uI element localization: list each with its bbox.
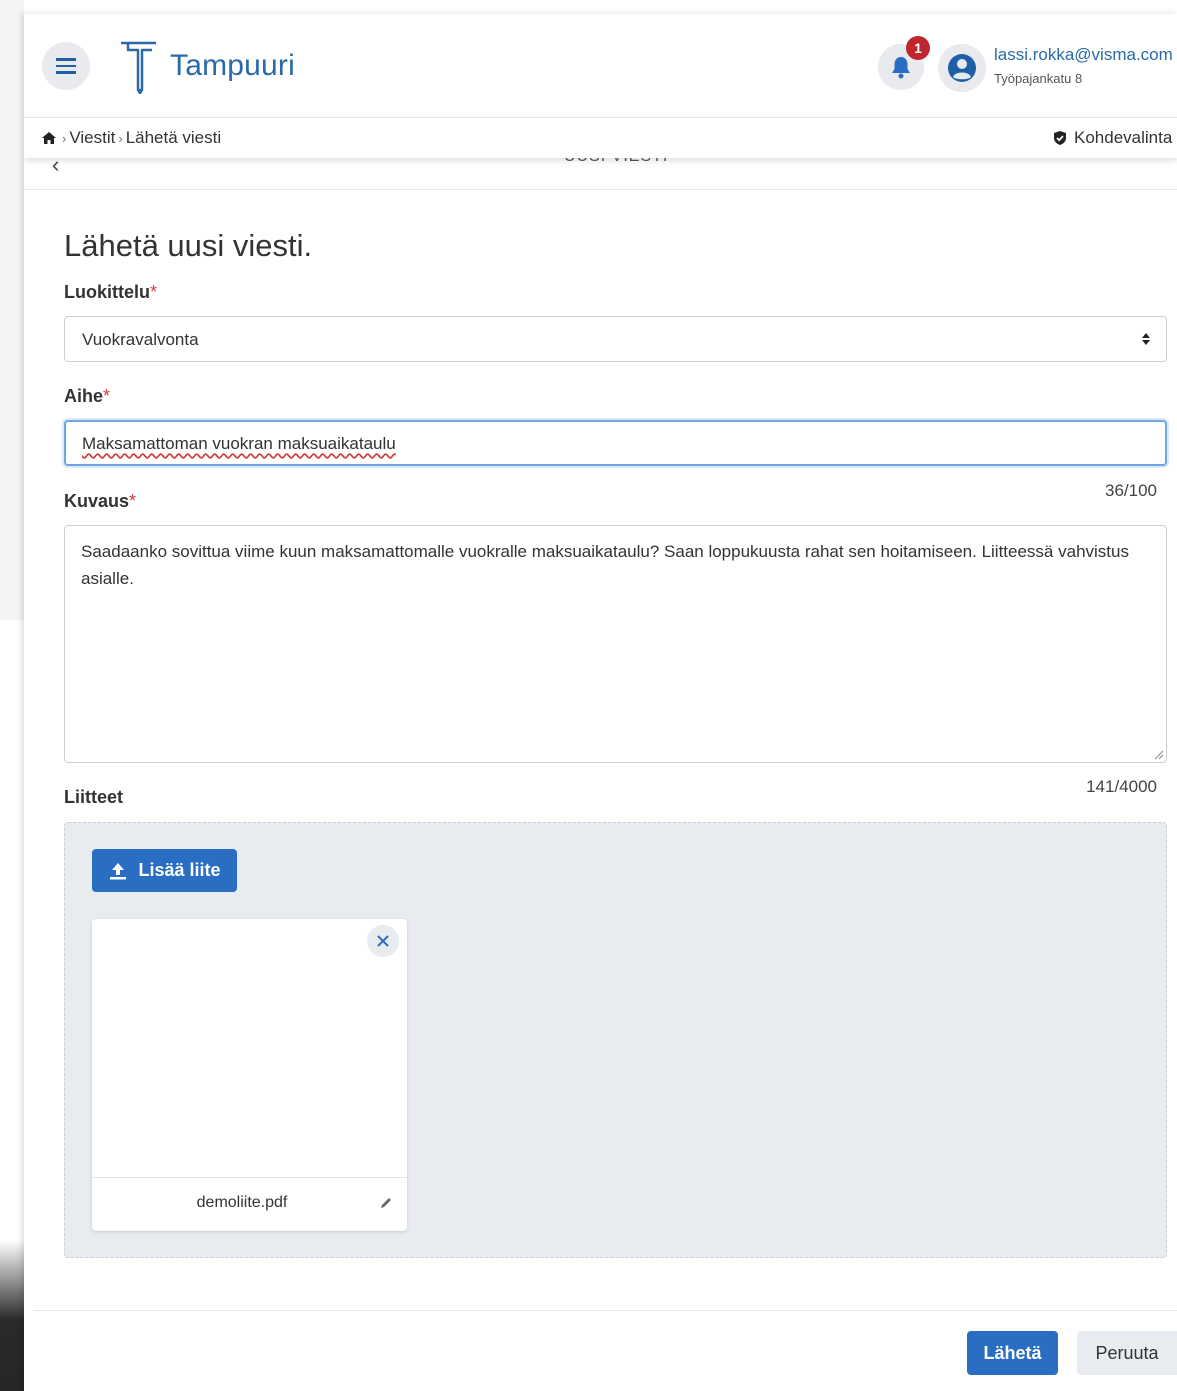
required-mark: * <box>129 491 137 511</box>
user-menu-button[interactable] <box>938 44 986 92</box>
upload-icon <box>110 862 127 879</box>
app-name: Tampuuri <box>170 49 295 82</box>
background-edge-dark <box>0 620 24 1391</box>
breadcrumb-item-viestit[interactable]: Viestit <box>69 128 115 148</box>
category-select-value: Vuokravalvonta <box>82 330 199 349</box>
attachment-filename: demoliite.pdf <box>196 1194 288 1211</box>
user-icon <box>948 54 976 82</box>
target-selection-button[interactable]: Kohdevalinta <box>1052 128 1172 148</box>
shield-check-icon <box>1054 131 1066 145</box>
description-label: Kuvaus* <box>64 491 136 512</box>
subject-input-value: Maksamattoman vuokran maksuaikataulu <box>82 434 396 453</box>
breadcrumb: › Viestit › Lähetä viesti <box>41 128 221 148</box>
sort-arrows-icon <box>1142 333 1150 345</box>
description-textarea[interactable]: Saadaanko sovittua viime kuun maksamatto… <box>64 525 1167 763</box>
subject-counter: 36/100 <box>1105 481 1157 500</box>
description-label-text: Kuvaus <box>64 491 130 511</box>
add-attachment-button[interactable]: Lisää liite <box>92 849 237 892</box>
send-button[interactable]: Lähetä <box>967 1331 1058 1375</box>
remove-attachment-button[interactable] <box>367 925 399 957</box>
user-email[interactable]: lassi.rokka@visma.com <box>994 45 1173 65</box>
pencil-icon[interactable] <box>379 1196 393 1210</box>
attachment-dropzone[interactable]: Lisää liite demoliite.pdf <box>64 822 1167 1258</box>
footer-divider <box>34 1310 1177 1311</box>
breadcrumb-item-laheta-viesti: Lähetä viesti <box>125 128 222 147</box>
breadcrumb-separator: › <box>118 130 123 146</box>
top-bar: Tampuuri 1 lassi.rokka@visma.com Työpaja… <box>24 14 1177 118</box>
notification-badge: 1 <box>906 36 930 60</box>
app-logo[interactable]: Tampuuri <box>118 38 295 94</box>
menu-icon <box>56 56 76 76</box>
description-textarea-value: Saadaanko sovittua viime kuun maksamatto… <box>81 542 1129 588</box>
category-label-text: Luokittelu <box>64 282 150 302</box>
resize-grip-icon[interactable] <box>1152 748 1164 760</box>
tampuuri-logo <box>121 41 156 94</box>
attachments-label: Liitteet <box>64 787 124 807</box>
close-icon <box>377 935 389 947</box>
required-mark: * <box>150 282 158 302</box>
page-title: Lähetä uusi viesti. <box>64 228 313 263</box>
cancel-button[interactable]: Peruuta <box>1077 1331 1177 1375</box>
bell-icon <box>892 57 910 79</box>
description-counter: 141/4000 <box>1086 777 1157 796</box>
breadcrumb-bar: › Viestit › Lähetä viesti Kohdevalinta <box>24 118 1177 158</box>
home-icon[interactable] <box>41 131 57 145</box>
sub-header: ‹ UUSI VIESTI <box>24 148 1177 190</box>
add-attachment-label: Lisää liite <box>138 860 221 880</box>
subject-input[interactable]: Maksamattoman vuokran maksuaikataulu <box>64 420 1167 466</box>
background-edge <box>0 0 24 620</box>
subject-label-text: Aihe <box>64 386 104 406</box>
target-selection-label: Kohdevalinta <box>1074 128 1173 147</box>
breadcrumb-separator: › <box>62 130 67 146</box>
category-select[interactable]: Vuokravalvonta <box>64 316 1167 362</box>
attachment-card: demoliite.pdf <box>92 919 407 1231</box>
category-label: Luokittelu* <box>64 282 157 303</box>
app-window: Tampuuri 1 lassi.rokka@visma.com Työpaja… <box>24 14 1177 1391</box>
menu-button[interactable] <box>42 42 90 90</box>
attachment-footer: demoliite.pdf <box>92 1177 407 1231</box>
required-mark: * <box>103 386 111 406</box>
user-address: Työpajankatu 8 <box>994 71 1083 86</box>
subject-label: Aihe* <box>64 386 110 407</box>
